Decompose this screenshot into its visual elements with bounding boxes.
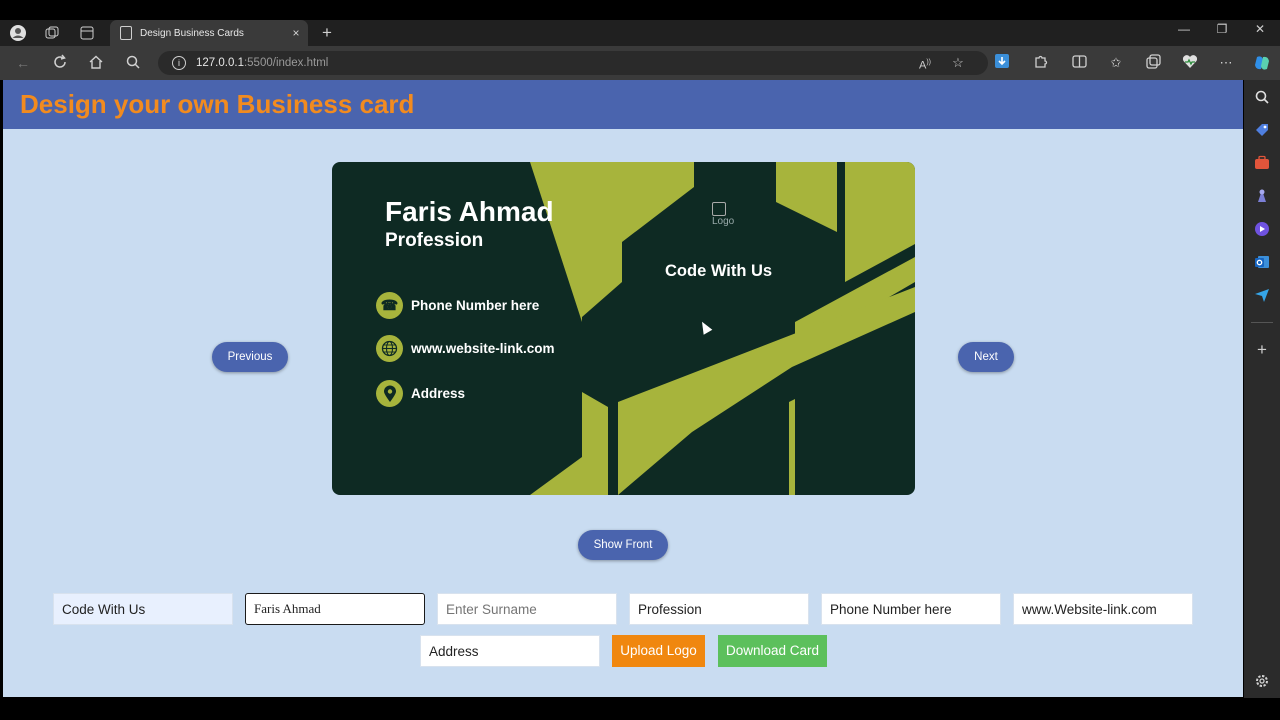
- window-close-button[interactable]: ✕: [1245, 22, 1275, 36]
- address-bar: ← i 127.0.0.1:5500/index.html A)) ☆ ✩ ⋯: [0, 46, 1280, 80]
- card-name: Faris Ahmad: [385, 196, 554, 227]
- more-menu-icon[interactable]: ⋯: [1216, 54, 1236, 72]
- url-field[interactable]: i 127.0.0.1:5500/index.html: [158, 51, 988, 75]
- page-header: Design your own Business card: [3, 80, 1243, 129]
- profile-icon[interactable]: [9, 24, 27, 42]
- screen-top-edge: [0, 0, 1280, 20]
- download-card-button[interactable]: Download Card: [718, 635, 827, 667]
- games-icon[interactable]: [1253, 187, 1271, 205]
- add-sidebar-app-icon[interactable]: +: [1253, 341, 1271, 359]
- name-input[interactable]: [245, 593, 425, 625]
- copilot-app-icon[interactable]: [1253, 220, 1271, 238]
- card-logo-alt: Logo: [712, 216, 735, 227]
- window-minimize-button[interactable]: —: [1169, 22, 1199, 36]
- show-front-button[interactable]: Show Front: [578, 530, 668, 560]
- download-extension-icon[interactable]: [992, 54, 1012, 72]
- home-icon[interactable]: [86, 54, 106, 72]
- sidebar-settings-icon[interactable]: [1253, 672, 1271, 690]
- url-path: :5500/index.html: [243, 57, 329, 69]
- send-icon[interactable]: [1253, 286, 1271, 304]
- card-website: www.website-link.com: [411, 341, 555, 356]
- favorite-star-icon[interactable]: ☆: [948, 54, 968, 72]
- card-profession: Profession: [385, 230, 484, 251]
- address-input[interactable]: [420, 635, 600, 667]
- card-company: Code With Us: [665, 262, 773, 280]
- card-address-row: Address: [376, 380, 465, 407]
- split-screen-icon[interactable]: [1069, 54, 1089, 72]
- outlook-icon[interactable]: [1253, 253, 1271, 271]
- site-info-icon[interactable]: i: [172, 55, 186, 70]
- broken-image-icon: [712, 202, 726, 216]
- refresh-icon[interactable]: [50, 54, 70, 72]
- page-icon: [120, 26, 132, 40]
- profession-input[interactable]: [629, 593, 809, 625]
- card-phone-row: ☎ Phone Number here: [376, 292, 539, 319]
- tab-title: Design Business Cards: [140, 27, 244, 39]
- card-logo-broken-image: Logo: [712, 202, 746, 230]
- workspaces-icon[interactable]: [43, 24, 61, 42]
- active-browser-tab[interactable]: Design Business Cards ×: [110, 20, 308, 46]
- company-input[interactable]: [53, 593, 233, 625]
- card-phone: Phone Number here: [411, 298, 540, 313]
- shopping-tag-icon[interactable]: [1253, 121, 1271, 139]
- read-aloud-icon[interactable]: A)): [915, 54, 935, 72]
- card-address: Address: [411, 386, 466, 401]
- location-pin-icon: [376, 380, 403, 407]
- globe-icon: [376, 335, 403, 362]
- sidebar-search-icon[interactable]: [1253, 88, 1271, 106]
- extensions-icon[interactable]: [1030, 54, 1050, 72]
- surname-input[interactable]: [437, 593, 617, 625]
- page-viewport: Design your own Business card Previous N…: [3, 80, 1243, 697]
- website-input[interactable]: [1013, 593, 1193, 625]
- tab-close-icon[interactable]: ×: [288, 26, 304, 40]
- window-restore-button[interactable]: ❐: [1207, 22, 1237, 36]
- business-card-preview: Faris Ahmad Profession ☎ Phone Number he…: [332, 162, 915, 495]
- page-title: Design your own Business card: [20, 89, 415, 119]
- previous-button[interactable]: Previous: [212, 342, 288, 372]
- tools-briefcase-icon[interactable]: [1253, 154, 1271, 172]
- screen-bottom-edge: [0, 698, 1280, 720]
- browser-essentials-icon[interactable]: [1180, 54, 1200, 72]
- upload-logo-button[interactable]: Upload Logo: [612, 635, 705, 667]
- phone-icon: ☎: [376, 292, 403, 319]
- sidebar-divider: [1251, 322, 1273, 323]
- copilot-icon[interactable]: [1252, 54, 1272, 72]
- collections-icon[interactable]: [1143, 54, 1163, 72]
- browser-sidebar: +: [1244, 80, 1280, 698]
- phone-input[interactable]: [821, 593, 1001, 625]
- url-host: 127.0.0.1: [196, 57, 244, 69]
- vertical-tabs-icon[interactable]: [78, 24, 96, 42]
- next-button[interactable]: Next: [958, 342, 1014, 372]
- browser-tab-strip: Design Business Cards × +: [0, 20, 1280, 46]
- favorites-icon[interactable]: ✩: [1106, 54, 1126, 72]
- search-icon[interactable]: [123, 54, 143, 72]
- new-tab-button[interactable]: +: [318, 23, 336, 42]
- card-website-row: www.website-link.com: [376, 335, 555, 362]
- back-icon[interactable]: ←: [13, 54, 33, 72]
